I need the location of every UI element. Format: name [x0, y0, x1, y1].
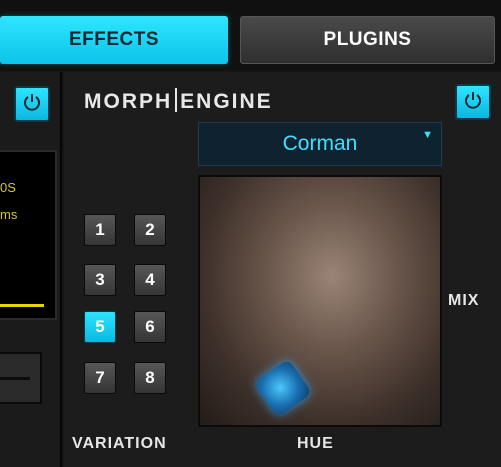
power-icon	[463, 90, 483, 115]
variation-button-1[interactable]: 1	[84, 214, 116, 246]
variation-button-4[interactable]: 4	[134, 264, 166, 296]
variation-button-6[interactable]: 6	[134, 311, 166, 343]
left-power-button[interactable]	[14, 86, 50, 122]
variation-label: VARIATION	[72, 435, 167, 452]
variation-button-3[interactable]: 3	[84, 264, 116, 296]
title-separator	[175, 88, 178, 112]
variation-button-7[interactable]: 7	[84, 362, 116, 394]
left-display: 0S ms	[0, 150, 57, 320]
display-readout-1: 0S	[0, 180, 16, 195]
preset-dropdown[interactable]: Corman ▼	[198, 122, 442, 166]
variation-button-5[interactable]: 5	[84, 311, 116, 343]
hue-label: HUE	[297, 435, 334, 452]
preset-value: Corman	[282, 132, 358, 155]
title-morph: MORPH	[84, 90, 173, 113]
morph-puck[interactable]	[253, 358, 313, 418]
engine-power-button[interactable]	[455, 84, 491, 120]
left-knob-slot[interactable]	[0, 352, 42, 404]
slot-indicator	[0, 377, 30, 380]
tab-plugins[interactable]: PLUGINS	[240, 16, 495, 64]
tab-effects[interactable]: EFFECTS	[0, 16, 228, 64]
power-icon	[22, 92, 42, 117]
title-engine: ENGINE	[180, 90, 273, 113]
triangle-down-icon: ▼	[422, 129, 433, 141]
mix-label: MIX	[448, 292, 480, 309]
variation-grid: 1 2 3 4 5 6 7 8	[76, 198, 176, 408]
tab-strip: EFFECTS PLUGINS	[0, 0, 501, 70]
display-level-bar	[0, 304, 44, 307]
morph-xy-pad[interactable]	[198, 175, 442, 427]
panel-title: MORPH ENGINE	[84, 88, 273, 114]
display-readout-2: ms	[0, 207, 18, 222]
variation-button-8[interactable]: 8	[134, 362, 166, 394]
variation-button-2[interactable]: 2	[134, 214, 166, 246]
